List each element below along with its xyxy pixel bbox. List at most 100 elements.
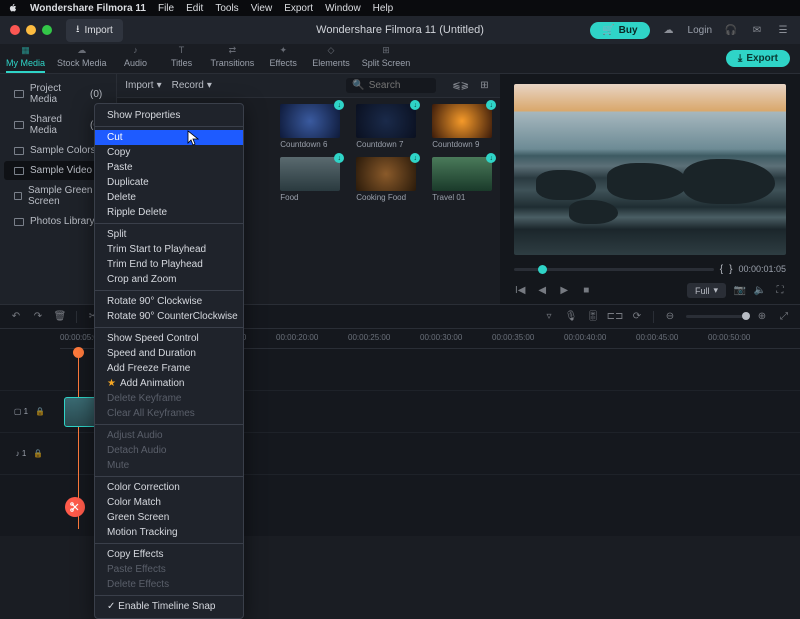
ctx-speed-and-duration[interactable]: Speed and Duration bbox=[95, 346, 243, 361]
snap-icon[interactable]: ⊏⊐ bbox=[609, 311, 621, 323]
login-link[interactable]: Login bbox=[688, 25, 712, 36]
ctx-trim-start-to-playhead[interactable]: Trim Start to Playhead bbox=[95, 242, 243, 257]
clip-thumbnail[interactable]: ↓ bbox=[432, 104, 492, 138]
notification-icon[interactable]: ✉ bbox=[750, 23, 764, 37]
media-clip[interactable]: ↓Countdown 6 bbox=[280, 104, 340, 149]
clip-thumbnail[interactable]: ↓ bbox=[356, 157, 416, 191]
ctx-show-properties[interactable]: Show Properties bbox=[95, 108, 243, 123]
ctx-show-speed-control[interactable]: Show Speed Control bbox=[95, 331, 243, 346]
context-menu[interactable]: Show Properties CutCopyPasteDuplicateDele… bbox=[94, 103, 244, 619]
play-button[interactable]: ▶ bbox=[558, 285, 570, 297]
export-button[interactable]: ⤓ Export bbox=[726, 50, 790, 67]
download-badge-icon[interactable]: ↓ bbox=[334, 100, 344, 110]
ctx-green-screen[interactable]: Green Screen bbox=[95, 510, 243, 525]
tab-audio[interactable]: ♪Audio bbox=[113, 39, 159, 73]
clip-thumbnail[interactable]: ↓ bbox=[280, 104, 340, 138]
lock-icon[interactable]: 🔒 bbox=[34, 406, 46, 418]
camera-icon[interactable]: 📷 bbox=[734, 285, 746, 297]
download-badge-icon[interactable]: ↓ bbox=[334, 153, 344, 163]
prev-frame-button[interactable]: I◀ bbox=[514, 285, 526, 297]
render-icon[interactable]: ⟳ bbox=[631, 311, 643, 323]
tab-my-media[interactable]: ▦My Media bbox=[0, 39, 51, 73]
close-window-icon[interactable] bbox=[10, 25, 20, 35]
ctx-copy-effects[interactable]: Copy Effects bbox=[95, 547, 243, 562]
stop-button[interactable]: ■ bbox=[580, 285, 592, 297]
ctx-copy[interactable]: Copy bbox=[95, 145, 243, 160]
fullscreen-icon[interactable]: ⛶ bbox=[774, 285, 786, 297]
menu-tools[interactable]: Tools bbox=[215, 3, 238, 14]
tab-transitions[interactable]: ⇄Transitions bbox=[205, 39, 261, 73]
download-badge-icon[interactable]: ↓ bbox=[486, 100, 496, 110]
record-dropdown[interactable]: Record▾ bbox=[172, 80, 212, 91]
undo-icon[interactable]: ↶ bbox=[10, 311, 22, 323]
play-back-button[interactable]: ◀ bbox=[536, 285, 548, 297]
ctx-paste[interactable]: Paste bbox=[95, 160, 243, 175]
marker-icon[interactable]: ▿ bbox=[543, 311, 555, 323]
cut-marker-icon[interactable] bbox=[65, 497, 85, 517]
minimize-window-icon[interactable] bbox=[26, 25, 36, 35]
tab-titles[interactable]: TTitles bbox=[159, 39, 205, 73]
import-dropdown[interactable]: Import▾ bbox=[125, 80, 161, 91]
menu-file[interactable]: File bbox=[158, 3, 174, 14]
menu-icon[interactable]: ☰ bbox=[776, 23, 790, 37]
headset-icon[interactable]: 🎧 bbox=[724, 23, 738, 37]
tab-elements[interactable]: ◇Elements bbox=[306, 39, 356, 73]
tab-split-screen[interactable]: ⊞Split Screen bbox=[356, 39, 417, 73]
tab-effects[interactable]: ✦Effects bbox=[260, 39, 306, 73]
ctx-color-correction[interactable]: Color Correction bbox=[95, 480, 243, 495]
ctx-crop-and-zoom[interactable]: Crop and Zoom bbox=[95, 272, 243, 287]
ctx-delete[interactable]: Delete bbox=[95, 190, 243, 205]
preview-video[interactable] bbox=[514, 84, 786, 255]
zoom-in-icon[interactable]: ⊕ bbox=[756, 311, 768, 323]
volume-icon[interactable]: 🔈 bbox=[754, 285, 766, 297]
app-name[interactable]: Wondershare Filmora 11 bbox=[30, 3, 146, 14]
maximize-window-icon[interactable] bbox=[42, 25, 52, 35]
media-clip[interactable]: ↓Countdown 7 bbox=[356, 104, 416, 149]
ctx-color-match[interactable]: Color Match bbox=[95, 495, 243, 510]
ctx-add-animation[interactable]: ★Add Animation bbox=[95, 376, 243, 391]
zoom-out-icon[interactable]: ⊖ bbox=[664, 311, 676, 323]
preview-scrubber[interactable] bbox=[514, 268, 714, 271]
zoom-slider[interactable] bbox=[686, 315, 746, 318]
menu-view[interactable]: View bbox=[251, 3, 273, 14]
clip-thumbnail[interactable]: ↓ bbox=[280, 157, 340, 191]
tab-stock-media[interactable]: ☁Stock Media bbox=[51, 39, 113, 73]
ctx-add-freeze-frame[interactable]: Add Freeze Frame bbox=[95, 361, 243, 376]
search-box[interactable]: 🔍 bbox=[346, 78, 436, 93]
zoom-fit-icon[interactable]: ⤢ bbox=[778, 311, 790, 323]
menu-export[interactable]: Export bbox=[284, 3, 313, 14]
lock-icon[interactable]: 🔒 bbox=[32, 448, 44, 460]
menu-edit[interactable]: Edit bbox=[186, 3, 203, 14]
ctx-cut[interactable]: Cut bbox=[95, 130, 243, 145]
ctx-rotate-90-clockwise[interactable]: Rotate 90° Clockwise bbox=[95, 294, 243, 309]
media-clip[interactable]: ↓Travel 01 bbox=[432, 157, 492, 202]
media-clip[interactable]: ↓Countdown 9 bbox=[432, 104, 492, 149]
media-clip[interactable]: ↓Cooking Food bbox=[356, 157, 416, 202]
download-badge-icon[interactable]: ↓ bbox=[410, 153, 420, 163]
mixer-icon[interactable]: 🎚 bbox=[587, 311, 599, 323]
ctx-split[interactable]: Split bbox=[95, 227, 243, 242]
clip-thumbnail[interactable]: ↓ bbox=[432, 157, 492, 191]
voice-icon[interactable]: 🎙 bbox=[565, 311, 577, 323]
playhead-knob[interactable] bbox=[538, 265, 547, 274]
menu-window[interactable]: Window bbox=[325, 3, 361, 14]
ctx-enable-timeline-snap[interactable]: ✓ Enable Timeline Snap bbox=[95, 599, 243, 614]
ctx-rotate-90-counterclockwise[interactable]: Rotate 90° CounterClockwise bbox=[95, 309, 243, 324]
ctx-motion-tracking[interactable]: Motion Tracking bbox=[95, 525, 243, 540]
search-input[interactable] bbox=[369, 80, 429, 91]
filter-icon[interactable]: ⫹⫺ bbox=[452, 80, 464, 91]
download-badge-icon[interactable]: ↓ bbox=[410, 100, 420, 110]
apple-icon[interactable] bbox=[8, 3, 18, 13]
cloud-icon[interactable]: ☁ bbox=[662, 23, 676, 37]
redo-icon[interactable]: ↷ bbox=[32, 311, 44, 323]
buy-button[interactable]: 🛒 Buy bbox=[590, 22, 649, 39]
ctx-duplicate[interactable]: Duplicate bbox=[95, 175, 243, 190]
delete-icon[interactable]: 🗑 bbox=[54, 311, 66, 323]
ctx-trim-end-to-playhead[interactable]: Trim End to Playhead bbox=[95, 257, 243, 272]
download-badge-icon[interactable]: ↓ bbox=[486, 153, 496, 163]
traffic-lights[interactable] bbox=[10, 25, 52, 35]
menu-help[interactable]: Help bbox=[373, 3, 394, 14]
media-clip[interactable]: ↓Food bbox=[280, 157, 340, 202]
preview-quality-select[interactable]: Full▾ bbox=[687, 283, 726, 298]
clip-thumbnail[interactable]: ↓ bbox=[356, 104, 416, 138]
